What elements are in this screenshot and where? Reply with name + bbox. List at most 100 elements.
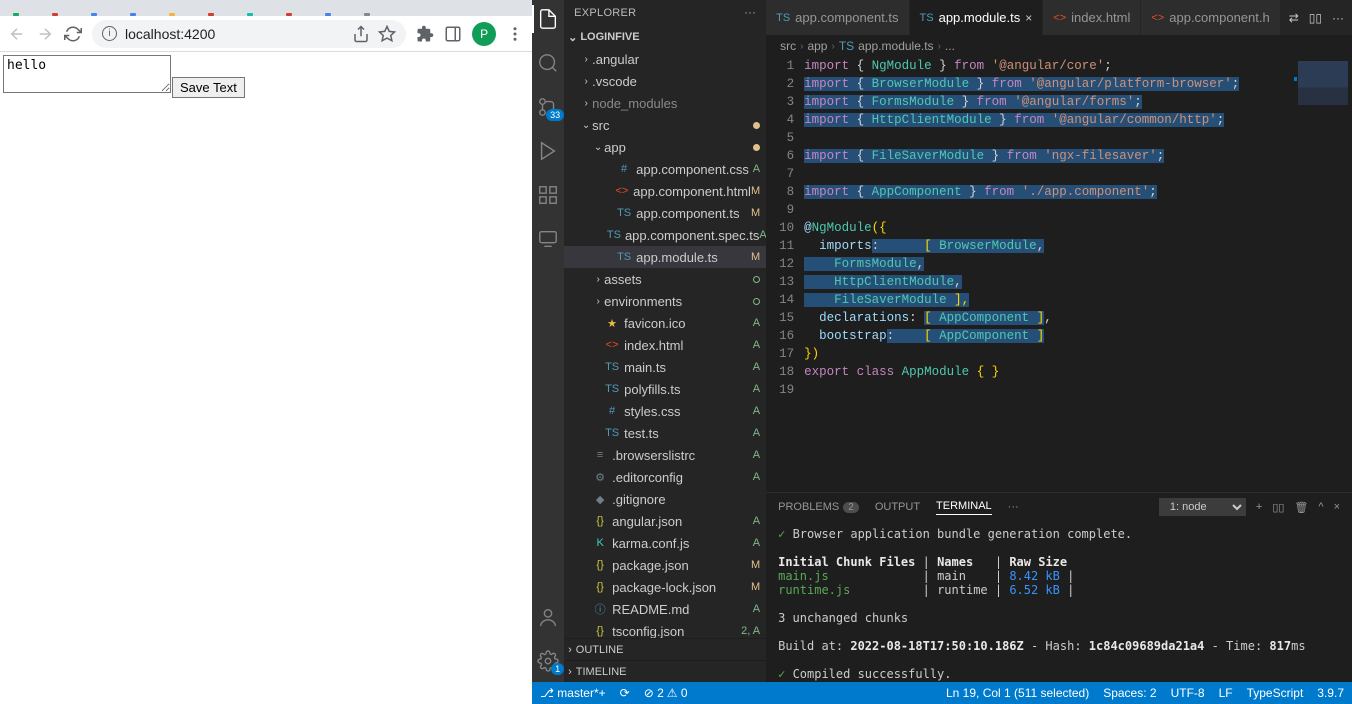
bookmark-icon[interactable] xyxy=(378,25,396,43)
file-item[interactable]: <>index.htmlA xyxy=(564,334,766,356)
problems-status[interactable]: ⊘ 2 ⚠ 0 xyxy=(644,686,688,700)
more-icon[interactable]: ··· xyxy=(1332,11,1344,25)
back-icon[interactable] xyxy=(8,25,26,43)
profile-avatar[interactable]: P xyxy=(472,22,496,46)
remote-icon[interactable] xyxy=(537,228,559,250)
source-control-icon[interactable]: 33 xyxy=(537,96,559,118)
file-item[interactable]: Kkarma.conf.jsA xyxy=(564,532,766,554)
editor-tab[interactable]: <>app.component.h xyxy=(1141,0,1280,35)
maximize-icon[interactable]: ^ xyxy=(1318,501,1323,513)
url-text: localhost:4200 xyxy=(125,26,215,42)
close-panel-icon[interactable]: × xyxy=(1334,501,1340,513)
breadcrumb[interactable]: src›app›TS app.module.ts›... xyxy=(766,35,1352,57)
file-item[interactable]: TSapp.component.tsM xyxy=(564,202,766,224)
more-icon[interactable]: ··· xyxy=(744,7,756,19)
file-item[interactable]: TStest.tsA xyxy=(564,422,766,444)
timeline-header[interactable]: ›TIMELINE xyxy=(564,660,766,682)
file-item[interactable]: ◆.gitignore xyxy=(564,488,766,510)
eol-status[interactable]: LF xyxy=(1219,686,1233,700)
kill-terminal-icon[interactable]: 🗑 xyxy=(1294,501,1308,514)
branch-status[interactable]: ⎇ master*+ xyxy=(540,686,606,700)
debug-icon[interactable] xyxy=(537,140,559,162)
terminal-tab[interactable]: TERMINAL xyxy=(936,500,992,515)
terminal-selector[interactable]: 1: node xyxy=(1159,498,1246,516)
language-status[interactable]: TypeScript xyxy=(1247,686,1304,700)
new-terminal-icon[interactable]: + xyxy=(1256,501,1262,513)
line-gutter: 12345678910111213141516171819 xyxy=(766,57,804,492)
folder-item[interactable]: ›.vscode xyxy=(564,70,766,92)
file-item[interactable]: TSpolyfills.tsA xyxy=(564,378,766,400)
file-item[interactable]: {}package.jsonM xyxy=(564,554,766,576)
reload-icon[interactable] xyxy=(64,25,82,43)
outline-header[interactable]: ›OUTLINE xyxy=(564,638,766,660)
account-icon[interactable] xyxy=(537,606,559,628)
sidepanel-icon[interactable] xyxy=(444,25,462,43)
explorer-header: EXPLORER ··· xyxy=(564,0,766,26)
split-terminal-icon[interactable]: ▯▯ xyxy=(1272,501,1284,514)
close-icon[interactable]: × xyxy=(1025,11,1032,25)
explorer-icon[interactable] xyxy=(537,8,559,30)
explorer-sidebar: EXPLORER ··· ⌄ LOGINFIVE ›.angular›.vsco… xyxy=(564,0,766,682)
problems-tab[interactable]: PROBLEMS2 xyxy=(778,501,859,513)
file-item[interactable]: ★favicon.icoA xyxy=(564,312,766,334)
project-header[interactable]: ⌄ LOGINFIVE xyxy=(564,26,766,48)
output-tab[interactable]: OUTPUT xyxy=(875,501,920,513)
file-item[interactable]: <>app.component.htmlM xyxy=(564,180,766,202)
split-editor-icon[interactable]: ▯▯ xyxy=(1309,11,1322,25)
file-item[interactable]: TSapp.component.spec.tsA xyxy=(564,224,766,246)
indent-status[interactable]: Spaces: 2 xyxy=(1103,686,1156,700)
search-icon[interactable] xyxy=(537,52,559,74)
file-item[interactable]: ≡.browserslistrcA xyxy=(564,444,766,466)
settings-badge: 1 xyxy=(551,663,564,675)
file-item[interactable]: ⓘREADME.mdA xyxy=(564,598,766,620)
sync-icon[interactable]: ⟳ xyxy=(620,686,630,700)
explorer-title: EXPLORER xyxy=(574,7,636,19)
folder-item[interactable]: ⌄app xyxy=(564,136,766,158)
ts-version[interactable]: 3.9.7 xyxy=(1317,686,1344,700)
file-tree[interactable]: ›.angular›.vscode›node_modules⌄src⌄app #… xyxy=(564,48,766,638)
terminal-output[interactable]: ✓ Browser application bundle generation … xyxy=(766,521,1352,682)
file-item[interactable]: TSapp.module.tsM xyxy=(564,246,766,268)
editor-tabbar: TSapp.component.tsTSapp.module.ts×<>inde… xyxy=(766,0,1352,35)
vscode-window: 33 1 EXPLORER ··· ⌄ LOGINFIVE ›.angular›… xyxy=(532,0,1352,704)
extensions-icon[interactable] xyxy=(416,25,434,43)
browser-tabstrip xyxy=(0,0,532,16)
editor-tab[interactable]: TSapp.component.ts xyxy=(766,0,909,35)
folder-item[interactable]: ›node_modules xyxy=(564,92,766,114)
file-item[interactable]: {}tsconfig.json2, A xyxy=(564,620,766,638)
folder-item[interactable]: ›.angular xyxy=(564,48,766,70)
save-text-button[interactable]: Save Text xyxy=(172,77,245,98)
code-lines[interactable]: import { NgModule } from '@angular/core'… xyxy=(804,57,1294,492)
activity-bar: 33 1 xyxy=(532,0,564,682)
scm-badge: 33 xyxy=(546,109,564,121)
file-item[interactable]: #app.component.cssA xyxy=(564,158,766,180)
code-editor[interactable]: 12345678910111213141516171819 import { N… xyxy=(766,57,1294,492)
editor-area: TSapp.component.tsTSapp.module.ts×<>inde… xyxy=(766,0,1352,682)
file-item[interactable]: ⚙.editorconfigA xyxy=(564,466,766,488)
file-item[interactable]: #styles.cssA xyxy=(564,400,766,422)
panel-tabbar: PROBLEMS2 OUTPUT TERMINAL ··· 1: node + … xyxy=(766,493,1352,521)
cursor-position[interactable]: Ln 19, Col 1 (511 selected) xyxy=(946,686,1089,700)
encoding-status[interactable]: UTF-8 xyxy=(1171,686,1205,700)
folder-item[interactable]: ›assets xyxy=(564,268,766,290)
file-item[interactable]: {}angular.jsonA xyxy=(564,510,766,532)
minimap[interactable] xyxy=(1294,57,1352,492)
compare-icon[interactable]: ⇄ xyxy=(1289,11,1299,25)
file-item[interactable]: TSmain.tsA xyxy=(564,356,766,378)
folder-item[interactable]: ⌄src xyxy=(564,114,766,136)
extensions-panel-icon[interactable] xyxy=(537,184,559,206)
address-bar[interactable]: i localhost:4200 xyxy=(92,20,406,48)
folder-item[interactable]: ›environments xyxy=(564,290,766,312)
forward-icon[interactable] xyxy=(36,25,54,43)
status-bar: ⎇ master*+ ⟳ ⊘ 2 ⚠ 0 Ln 19, Col 1 (511 s… xyxy=(532,682,1352,704)
editor-tab[interactable]: TSapp.module.ts× xyxy=(910,0,1044,35)
file-item[interactable]: {}package-lock.jsonM xyxy=(564,576,766,598)
page-content: helloSave Text xyxy=(0,52,532,704)
more-icon[interactable]: ··· xyxy=(1008,501,1019,513)
text-input[interactable]: hello xyxy=(3,55,171,93)
settings-icon[interactable]: 1 xyxy=(537,650,559,672)
site-info-icon[interactable]: i xyxy=(102,26,117,41)
editor-tab[interactable]: <>index.html xyxy=(1043,0,1141,35)
browser-menu-icon[interactable] xyxy=(506,25,524,43)
share-icon[interactable] xyxy=(352,25,370,43)
